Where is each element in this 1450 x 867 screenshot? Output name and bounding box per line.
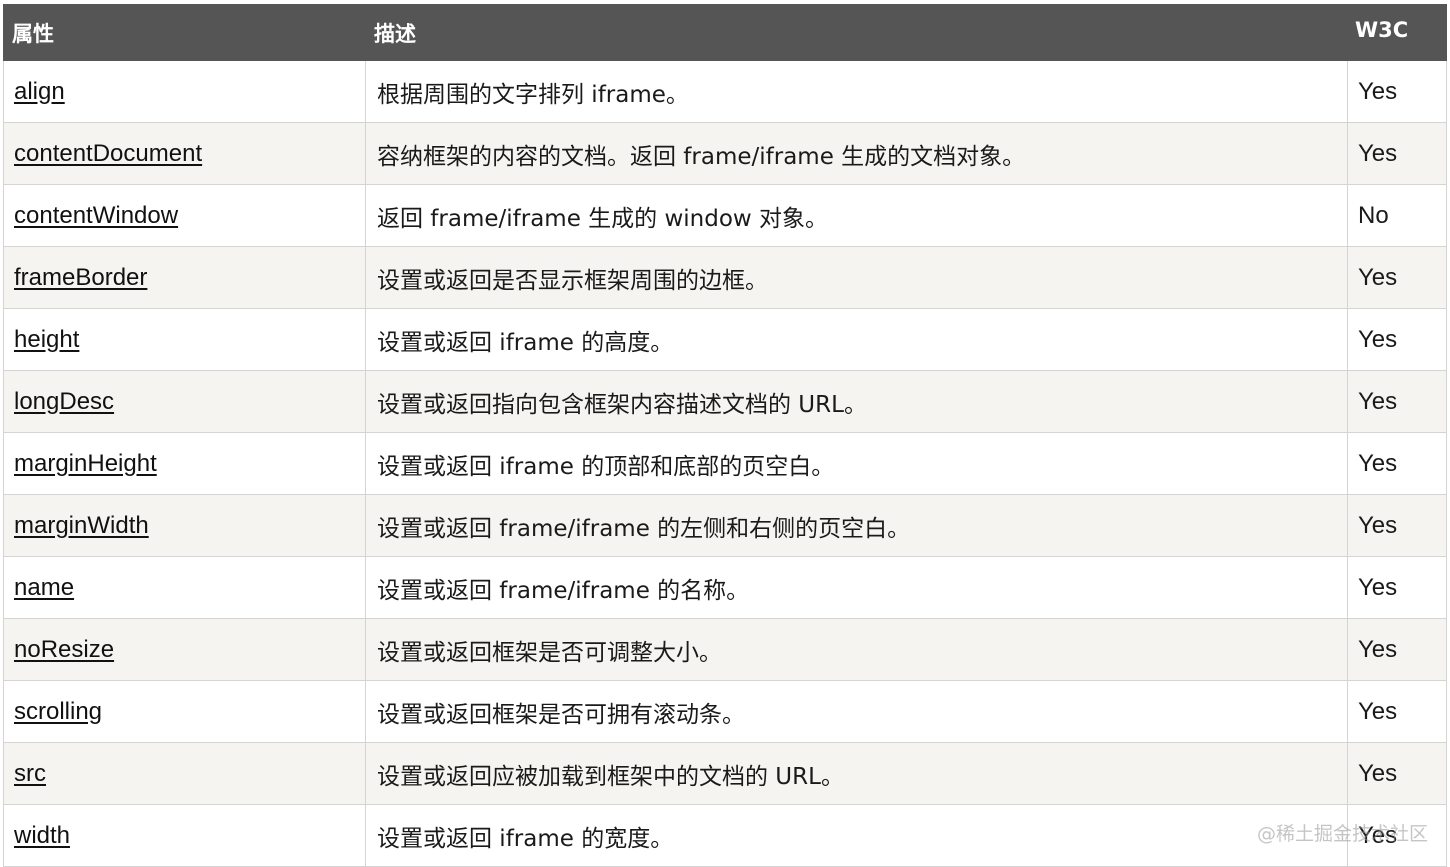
table-row: contentWindow 返回 frame/iframe 生成的 window…: [3, 184, 1447, 247]
description-cell: 容纳框架的内容的文档。返回 frame/iframe 生成的文档对象。: [365, 122, 1348, 185]
property-link[interactable]: width: [14, 822, 70, 849]
property-link[interactable]: marginHeight: [14, 450, 157, 477]
table-row: src 设置或返回应被加载到框架中的文档的 URL。 Yes: [3, 742, 1447, 805]
property-cell: width: [3, 804, 366, 867]
w3c-cell: Yes: [1347, 556, 1447, 619]
w3c-cell: Yes: [1347, 742, 1447, 805]
property-link[interactable]: height: [14, 326, 79, 353]
table-row: align 根据周围的文字排列 iframe。 Yes: [3, 60, 1447, 123]
description-cell: 设置或返回 iframe 的宽度。: [365, 804, 1348, 867]
header-row: 属性 描述 W3C: [3, 4, 1447, 61]
property-cell: scrolling: [3, 680, 366, 743]
property-cell: contentWindow: [3, 184, 366, 247]
w3c-cell: Yes: [1347, 122, 1447, 185]
property-link[interactable]: frameBorder: [14, 264, 147, 291]
property-link[interactable]: align: [14, 78, 65, 105]
table-body: align 根据周围的文字排列 iframe。 Yes contentDocum…: [3, 60, 1447, 867]
description-cell: 返回 frame/iframe 生成的 window 对象。: [365, 184, 1348, 247]
w3c-cell: No: [1347, 184, 1447, 247]
property-cell: longDesc: [3, 370, 366, 433]
property-table-container: 属性 描述 W3C align 根据周围的文字排列 iframe。 Yes co…: [3, 4, 1447, 867]
property-cell: height: [3, 308, 366, 371]
description-cell: 设置或返回框架是否可拥有滚动条。: [365, 680, 1348, 743]
property-link[interactable]: scrolling: [14, 698, 102, 725]
w3c-cell: Yes: [1347, 432, 1447, 495]
w3c-cell: Yes: [1347, 308, 1447, 371]
property-cell: align: [3, 60, 366, 123]
property-link[interactable]: noResize: [14, 636, 114, 663]
property-cell: noResize: [3, 618, 366, 681]
property-cell: name: [3, 556, 366, 619]
property-cell: marginHeight: [3, 432, 366, 495]
table-row: scrolling 设置或返回框架是否可拥有滚动条。 Yes: [3, 680, 1447, 743]
property-link[interactable]: contentDocument: [14, 140, 202, 167]
property-cell: contentDocument: [3, 122, 366, 185]
table-header: 属性 描述 W3C: [3, 4, 1447, 61]
w3c-cell: Yes: [1347, 370, 1447, 433]
table-row: contentDocument 容纳框架的内容的文档。返回 frame/ifra…: [3, 122, 1447, 185]
property-link[interactable]: longDesc: [14, 388, 114, 415]
description-cell: 设置或返回 iframe 的顶部和底部的页空白。: [365, 432, 1348, 495]
property-cell: frameBorder: [3, 246, 366, 309]
description-cell: 根据周围的文字排列 iframe。: [365, 60, 1348, 123]
property-link[interactable]: marginWidth: [14, 512, 149, 539]
property-link[interactable]: contentWindow: [14, 202, 178, 229]
table-row: frameBorder 设置或返回是否显示框架周围的边框。 Yes: [3, 246, 1447, 309]
table-row: marginWidth 设置或返回 frame/iframe 的左侧和右侧的页空…: [3, 494, 1447, 557]
w3c-cell: Yes: [1347, 494, 1447, 557]
property-link[interactable]: name: [14, 574, 74, 601]
table-row: noResize 设置或返回框架是否可调整大小。 Yes: [3, 618, 1447, 681]
header-property: 属性: [3, 4, 366, 61]
property-cell: marginWidth: [3, 494, 366, 557]
description-cell: 设置或返回框架是否可调整大小。: [365, 618, 1348, 681]
header-description: 描述: [365, 4, 1348, 61]
property-cell: src: [3, 742, 366, 805]
table-row: width 设置或返回 iframe 的宽度。 Yes: [3, 804, 1447, 867]
table-row: name 设置或返回 frame/iframe 的名称。 Yes: [3, 556, 1447, 619]
property-link[interactable]: src: [14, 760, 46, 787]
w3c-cell: Yes: [1347, 246, 1447, 309]
description-cell: 设置或返回 iframe 的高度。: [365, 308, 1348, 371]
description-cell: 设置或返回 frame/iframe 的名称。: [365, 556, 1348, 619]
w3c-cell: Yes: [1347, 804, 1447, 867]
w3c-cell: Yes: [1347, 618, 1447, 681]
table-row: longDesc 设置或返回指向包含框架内容描述文档的 URL。 Yes: [3, 370, 1447, 433]
description-cell: 设置或返回 frame/iframe 的左侧和右侧的页空白。: [365, 494, 1348, 557]
description-cell: 设置或返回是否显示框架周围的边框。: [365, 246, 1348, 309]
w3c-cell: Yes: [1347, 60, 1447, 123]
description-cell: 设置或返回指向包含框架内容描述文档的 URL。: [365, 370, 1348, 433]
table-row: marginHeight 设置或返回 iframe 的顶部和底部的页空白。 Ye…: [3, 432, 1447, 495]
header-w3c: W3C: [1347, 4, 1447, 61]
table-row: height 设置或返回 iframe 的高度。 Yes: [3, 308, 1447, 371]
description-cell: 设置或返回应被加载到框架中的文档的 URL。: [365, 742, 1348, 805]
iframe-property-table: 属性 描述 W3C align 根据周围的文字排列 iframe。 Yes co…: [3, 4, 1447, 867]
w3c-cell: Yes: [1347, 680, 1447, 743]
